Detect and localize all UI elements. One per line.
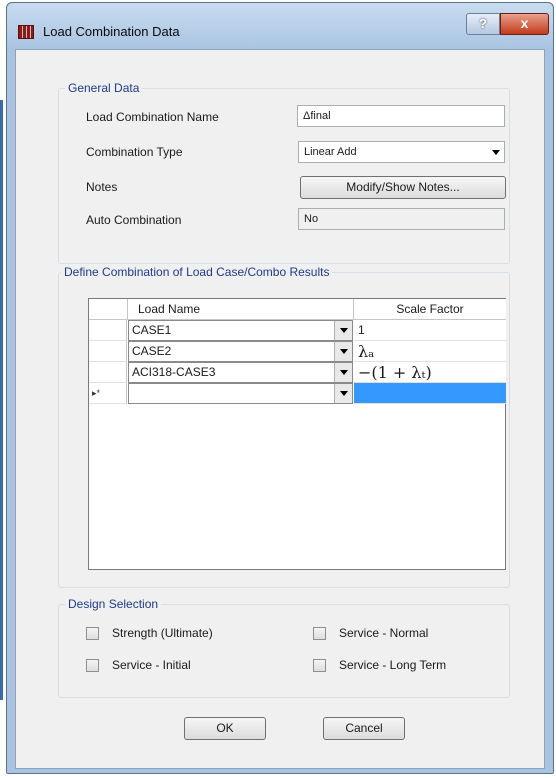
service-long-term-label: Service - Long Term (339, 658, 447, 672)
scale-factor-cell[interactable]: −(1 + λₜ) (354, 362, 506, 383)
auto-combination-field: No (298, 208, 505, 230)
scale-factor-cell-selected[interactable] (354, 383, 506, 404)
define-combination-label: Define Combination of Load Case/Combo Re… (61, 265, 333, 279)
service-long-term-checkbox[interactable] (313, 659, 326, 672)
chevron-down-icon[interactable] (334, 363, 352, 382)
service-initial-label: Service - Initial (112, 658, 191, 672)
auto-combination-label: Auto Combination (86, 213, 182, 227)
help-button[interactable]: ? (466, 13, 500, 35)
combination-name-label: Load Combination Name (86, 110, 219, 124)
combination-type-select[interactable]: Linear Add (298, 141, 505, 163)
app-icon (18, 25, 34, 39)
row-header[interactable] (89, 341, 127, 362)
design-selection-group: Design Selection (58, 597, 510, 698)
load-name-value: CASE1 (132, 323, 172, 337)
modify-show-notes-button[interactable]: Modify/Show Notes... (300, 176, 506, 199)
design-selection-label: Design Selection (65, 597, 162, 611)
new-row-marker[interactable]: ▸* (89, 383, 127, 404)
scale-factor-cell[interactable]: λₐ (354, 341, 506, 362)
cancel-button[interactable]: Cancel (323, 717, 405, 740)
dialog-body: General Data Load Combination Name Δfina… (15, 49, 545, 769)
row-header[interactable] (89, 362, 127, 383)
scale-factor-cell[interactable]: 1 (354, 320, 506, 341)
load-name-value: CASE2 (132, 344, 172, 358)
scale-factor-column-header: Scale Factor (354, 299, 506, 320)
strength-ultimate-label: Strength (Ultimate) (112, 626, 213, 640)
title-bar[interactable]: Load Combination Data ? x (7, 3, 553, 49)
combination-grid[interactable]: Load Name Scale Factor CASE1 1 CASE2 λₐ … (88, 298, 506, 570)
strength-ultimate-checkbox[interactable] (86, 627, 99, 640)
row-header[interactable] (89, 320, 127, 341)
notes-label: Notes (86, 180, 118, 194)
general-data-label: General Data (65, 81, 143, 95)
combination-type-label: Combination Type (86, 145, 183, 159)
service-normal-checkbox[interactable] (313, 627, 326, 640)
dialog-window: Load Combination Data ? x General Data L… (6, 2, 554, 774)
chevron-down-icon[interactable] (334, 342, 352, 361)
service-initial-checkbox[interactable] (86, 659, 99, 672)
service-normal-label: Service - Normal (339, 626, 429, 640)
load-name-value: ACI318-CASE3 (132, 365, 216, 379)
background-window-edge (0, 100, 3, 700)
load-name-cell[interactable]: CASE1 (128, 320, 353, 341)
grid-corner-header (89, 299, 128, 320)
load-name-cell[interactable] (128, 383, 353, 404)
window-title: Load Combination Data (43, 24, 180, 39)
combination-name-input[interactable]: Δfinal (297, 105, 505, 127)
ok-button[interactable]: OK (184, 717, 266, 740)
close-button[interactable]: x (500, 13, 549, 35)
load-name-column-header: Load Name (128, 299, 354, 320)
chevron-down-icon[interactable] (334, 321, 352, 340)
chevron-down-icon[interactable] (334, 384, 352, 403)
chevron-down-icon (492, 150, 500, 155)
load-name-cell[interactable]: CASE2 (128, 341, 353, 362)
combination-type-value: Linear Add (304, 146, 357, 158)
load-name-cell[interactable]: ACI318-CASE3 (128, 362, 353, 383)
